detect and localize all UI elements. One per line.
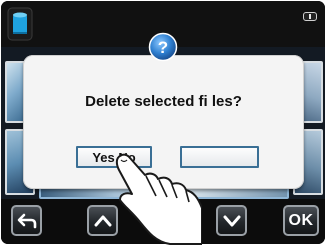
question-icon: ? <box>148 32 178 62</box>
battery-icon <box>303 12 317 21</box>
device-frame: OK ? Delete selected fi les? Yes No <box>0 0 326 245</box>
back-button[interactable] <box>11 205 42 236</box>
ok-button[interactable]: OK <box>283 205 319 236</box>
dialog-message: Delete selected fi les? <box>85 93 242 110</box>
trash-icon[interactable] <box>7 7 33 41</box>
ok-label: OK <box>288 211 314 229</box>
chevron-down-icon <box>223 215 240 226</box>
back-arrow-icon <box>17 213 36 228</box>
svg-text:?: ? <box>158 38 168 57</box>
chevron-up-icon <box>94 215 111 226</box>
pointing-hand-icon <box>110 150 203 245</box>
down-button[interactable] <box>216 205 247 236</box>
